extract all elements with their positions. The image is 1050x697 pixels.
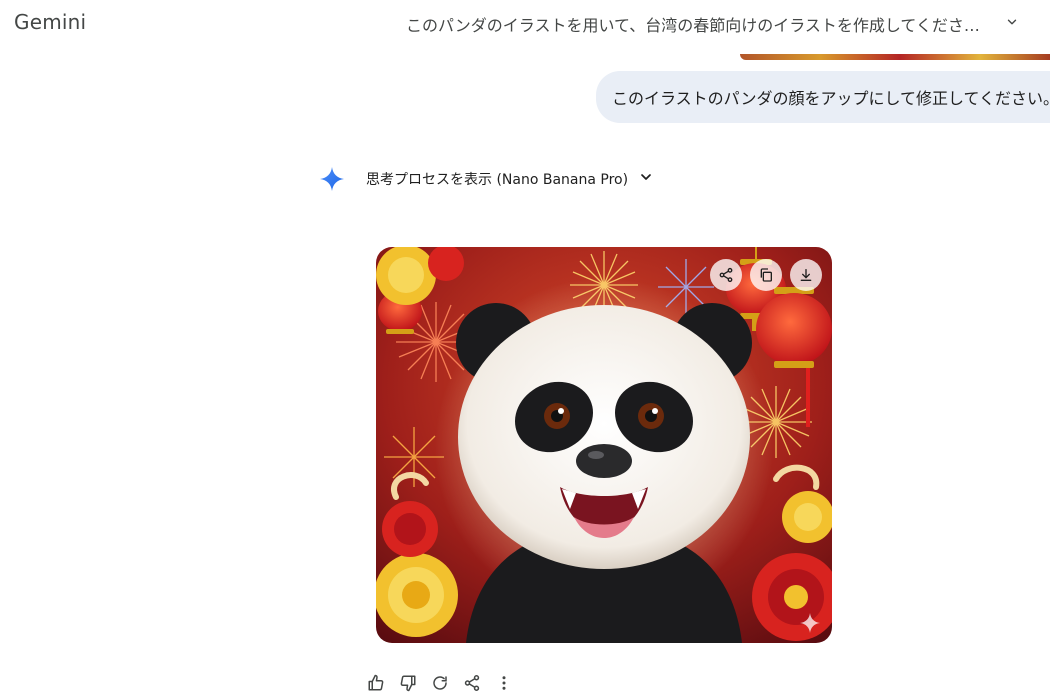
sparkle-icon — [800, 613, 820, 633]
conversation-title[interactable]: このパンダのイラストを用いて、台湾の春節向けのイラストを作成してくださ… — [406, 12, 980, 36]
previous-image-edge — [740, 54, 1050, 60]
user-message-text: このイラストのパンダの顔をアップにして修正してください。 — [612, 89, 1050, 108]
thoughts-label: 思考プロセスを表示 (Nano Banana Pro) — [366, 172, 629, 188]
generated-image[interactable] — [376, 247, 832, 643]
download-icon[interactable] — [790, 259, 822, 291]
refresh-icon[interactable] — [428, 671, 452, 695]
chevron-down-icon — [638, 169, 654, 189]
more-vertical-icon[interactable] — [492, 671, 516, 695]
gemini-logo[interactable]: Gemini — [14, 10, 86, 34]
chevron-down-icon[interactable] — [1000, 10, 1024, 34]
thumbs-down-icon[interactable] — [396, 671, 420, 695]
share-icon[interactable] — [710, 259, 742, 291]
image-action-bar — [710, 259, 822, 291]
response-action-bar — [364, 671, 516, 695]
share-icon[interactable] — [460, 671, 484, 695]
user-message-bubble: このイラストのパンダの顔をアップにして修正してください。 — [596, 71, 1050, 123]
panda-illustration — [376, 247, 832, 643]
gemini-spark-icon — [320, 167, 344, 191]
gemini-app: Gemini このパンダのイラストを用いて、台湾の春節向けのイラストを作成してく… — [0, 0, 1050, 697]
show-thoughts-toggle[interactable]: 思考プロセスを表示 (Nano Banana Pro) — [366, 168, 654, 190]
thumbs-up-icon[interactable] — [364, 671, 388, 695]
copy-icon[interactable] — [750, 259, 782, 291]
